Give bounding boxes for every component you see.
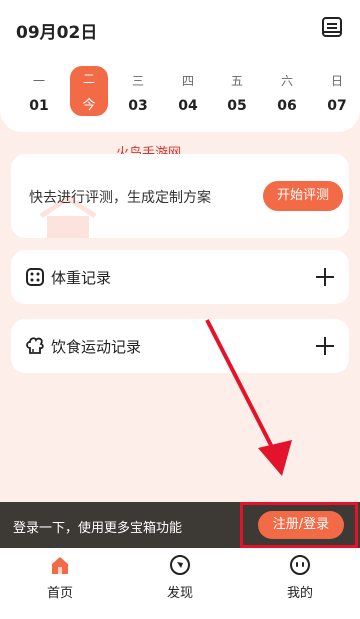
day-number: 06 xyxy=(277,98,297,114)
assessment-prompt: 快去进行评测，生成定制方案 xyxy=(29,190,211,206)
day-item[interactable]: 五 05 xyxy=(218,68,256,118)
tab-profile[interactable]: 我的 xyxy=(240,548,360,619)
day-number: 07 xyxy=(327,98,347,114)
day-number: 03 xyxy=(128,98,148,114)
calendar-icon[interactable] xyxy=(321,16,343,38)
add-diet-plus-icon[interactable] xyxy=(314,335,336,357)
diet-exercise-record-row[interactable]: 饮食运动记录 xyxy=(11,319,349,373)
day-number: 01 xyxy=(29,98,49,114)
profile-face-icon xyxy=(290,555,310,575)
week-strip: 一 01 二 今 三 03 四 04 五 05 六 06 日 07 xyxy=(13,66,357,118)
day-item[interactable]: 日 07 xyxy=(318,68,356,118)
weight-record-row[interactable]: 体重记录 xyxy=(11,250,349,304)
start-assessment-button[interactable]: 开始评测 xyxy=(263,181,343,211)
weekday-label: 三 xyxy=(131,74,144,88)
weekday-label: 六 xyxy=(280,74,293,88)
day-item[interactable]: 六 06 xyxy=(268,68,306,118)
tab-label: 首页 xyxy=(46,586,73,601)
weekday-label: 日 xyxy=(330,74,343,88)
tab-home[interactable]: 首页 xyxy=(0,548,120,619)
tab-discover[interactable]: 发现 xyxy=(120,548,240,619)
weekday-label: 一 xyxy=(32,74,45,88)
chef-hat-icon xyxy=(26,337,44,354)
day-number: 今 xyxy=(82,98,96,113)
assessment-card: 快去进行评测，生成定制方案 开始评测 xyxy=(11,154,349,238)
bottom-tabbar: 首页 发现 我的 xyxy=(0,548,360,619)
register-login-button[interactable]: 注册/登录 xyxy=(258,511,344,539)
weekday-label: 五 xyxy=(230,74,243,88)
weight-record-label: 体重记录 xyxy=(51,269,112,287)
home-icon xyxy=(52,557,68,574)
page-title: 09月02日 xyxy=(16,23,98,43)
weekday-label: 二 xyxy=(82,72,95,86)
tab-label: 发现 xyxy=(166,586,193,601)
day-item[interactable]: 四 04 xyxy=(169,68,207,118)
tab-label: 我的 xyxy=(286,586,313,601)
diet-record-label: 饮食运动记录 xyxy=(51,338,142,356)
add-weight-plus-icon[interactable] xyxy=(314,266,336,288)
day-number: 05 xyxy=(227,98,247,114)
compass-icon xyxy=(170,555,190,575)
dice-scale-icon xyxy=(26,268,44,286)
weekday-label: 四 xyxy=(181,74,194,88)
day-item[interactable]: 一 01 xyxy=(20,68,58,118)
day-number: 04 xyxy=(178,98,198,114)
day-item[interactable]: 三 03 xyxy=(119,68,157,118)
day-item-today[interactable]: 二 今 xyxy=(70,66,108,116)
login-prompt: 登录一下，使用更多宝箱功能 xyxy=(13,521,183,536)
